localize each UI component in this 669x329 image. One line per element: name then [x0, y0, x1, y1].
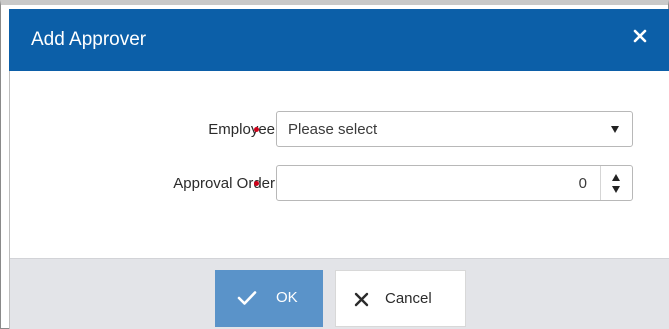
spin-up-icon[interactable]	[612, 174, 620, 181]
employee-label: Employee	[208, 121, 275, 138]
approval-order-stepper[interactable]	[276, 165, 633, 201]
cancel-button[interactable]: Cancel	[335, 270, 466, 327]
dialog-title: Add Approver	[31, 29, 147, 50]
spin-buttons[interactable]	[600, 166, 632, 200]
dialog-titlebar: Add Approver	[9, 9, 669, 71]
spin-down-icon[interactable]	[612, 186, 620, 193]
cancel-label: Cancel	[385, 290, 432, 307]
dialog-footer: OK Cancel	[10, 258, 669, 329]
approval-order-input[interactable]	[277, 166, 595, 200]
employee-select[interactable]: Please select	[276, 111, 633, 147]
employee-placeholder: Please select	[288, 121, 378, 138]
ok-label: OK	[276, 289, 298, 306]
close-icon[interactable]	[633, 29, 647, 43]
dialog-body: Employee Please select Approval Order	[10, 71, 669, 258]
approval-order-label: Approval Order	[173, 175, 275, 192]
add-approver-dialog: Add Approver Employee Please select Appr…	[0, 0, 669, 329]
ok-button[interactable]: OK	[215, 270, 323, 327]
employee-row: Employee Please select	[10, 111, 669, 149]
required-indicator	[254, 127, 259, 132]
dropdown-caret-icon[interactable]	[611, 126, 619, 133]
required-indicator	[254, 181, 259, 186]
checkmark-icon	[237, 290, 257, 306]
x-icon	[354, 292, 369, 307]
approval-order-row: Approval Order	[10, 165, 669, 203]
